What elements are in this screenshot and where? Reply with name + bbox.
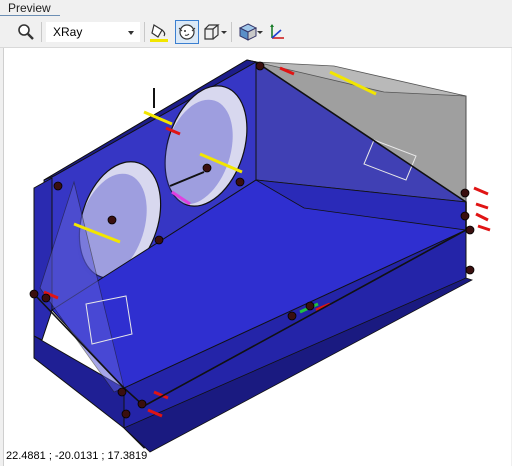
model-render[interactable] xyxy=(4,48,511,466)
render-mode-value: XRay xyxy=(53,25,83,39)
axes-button[interactable] xyxy=(264,20,288,44)
toolbar-separator xyxy=(144,22,145,42)
preview-toolbar: XRay xyxy=(0,17,512,48)
face-view-icon xyxy=(178,24,196,40)
paint-button[interactable] xyxy=(147,20,171,44)
chevron-down-icon xyxy=(128,31,134,35)
magnifier-icon xyxy=(18,24,34,40)
toolbar-separator xyxy=(231,22,232,42)
panel-title: Preview xyxy=(8,1,51,15)
cursor-coordinates: 22.4881 ; -20.0131 ; 17.3819 xyxy=(6,450,148,462)
chevron-down-icon[interactable] xyxy=(257,31,263,34)
paint-bucket-icon xyxy=(150,24,168,42)
face-view-button[interactable] xyxy=(175,20,199,44)
chevron-down-icon[interactable] xyxy=(221,31,227,34)
preview-panel-header: Preview xyxy=(0,0,512,16)
render-mode-select[interactable]: XRay xyxy=(46,22,140,42)
wireframe-box-icon xyxy=(204,24,220,40)
toolbar-separator xyxy=(41,22,42,42)
axes-icon xyxy=(270,24,284,39)
3d-viewport[interactable] xyxy=(3,48,511,466)
zoom-button[interactable] xyxy=(14,20,38,44)
display-cube-icon xyxy=(238,23,258,41)
panel-title-underline xyxy=(0,15,60,16)
